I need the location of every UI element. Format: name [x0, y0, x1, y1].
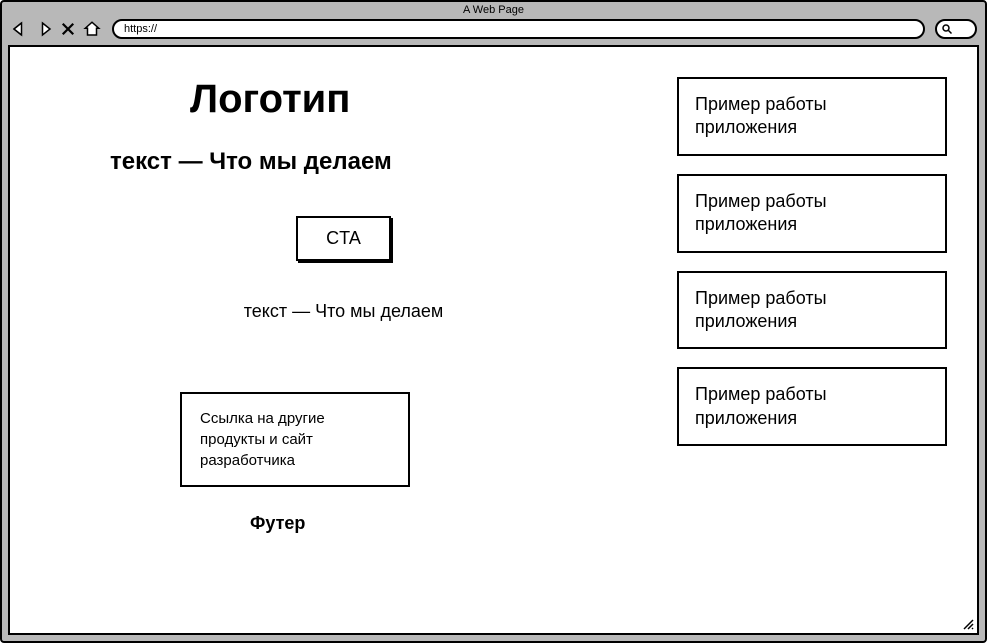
- cta-container: CTA: [50, 216, 637, 261]
- example-box[interactable]: Пример работы приложения: [677, 174, 947, 253]
- cta-button[interactable]: CTA: [296, 216, 391, 261]
- example-box[interactable]: Пример работы приложения: [677, 271, 947, 350]
- forward-icon[interactable]: [34, 19, 54, 39]
- window-title: A Web Page: [2, 2, 985, 17]
- browser-window: A Web Page https://: [0, 0, 987, 643]
- search-icon: [941, 23, 953, 35]
- example-box[interactable]: Пример работы приложения: [677, 77, 947, 156]
- other-products-link[interactable]: Ссылка на другие продукты и сайт разрабо…: [180, 392, 410, 487]
- tagline: текст — Что мы делаем: [110, 148, 637, 176]
- example-box[interactable]: Пример работы приложения: [677, 367, 947, 446]
- subtext: текст — Что мы делаем: [50, 301, 637, 322]
- footer: Футер: [250, 513, 637, 534]
- sidebar: Пример работы приложения Пример работы п…: [677, 47, 977, 633]
- search-button[interactable]: [935, 19, 977, 39]
- browser-toolbar: https://: [2, 17, 985, 45]
- logo: Логотип: [190, 77, 637, 122]
- back-icon[interactable]: [10, 19, 30, 39]
- close-icon[interactable]: [58, 19, 78, 39]
- page-content: Логотип текст — Что мы делаем CTA текст …: [8, 45, 979, 635]
- main-column: Логотип текст — Что мы делаем CTA текст …: [10, 47, 677, 633]
- home-icon[interactable]: [82, 19, 102, 39]
- url-text: https://: [124, 23, 157, 35]
- url-input[interactable]: https://: [112, 19, 925, 39]
- resize-grip-icon[interactable]: [962, 618, 974, 630]
